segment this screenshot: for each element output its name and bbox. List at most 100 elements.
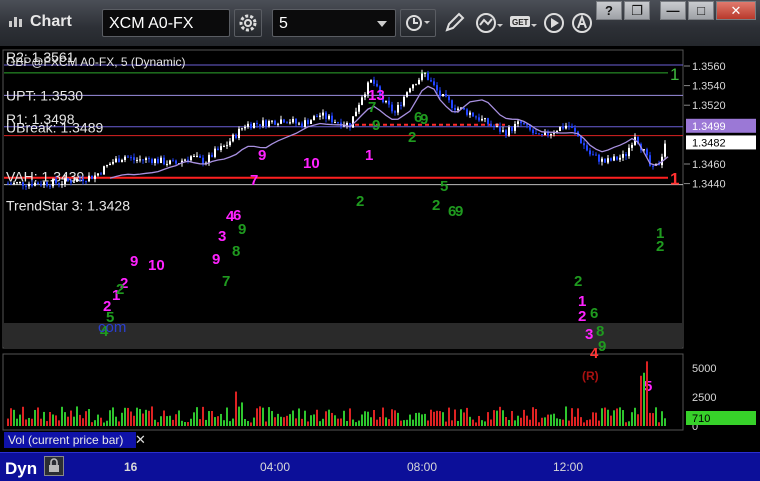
volume-bar — [214, 417, 216, 426]
candle-body — [265, 120, 267, 127]
volume-bar — [265, 421, 267, 426]
maximize-button[interactable]: □ — [688, 1, 714, 20]
volume-bar — [352, 419, 354, 426]
volume-last-tag-text: 710 — [692, 413, 710, 425]
sequence-count: 2 — [432, 197, 440, 214]
pivot-marker-bottom: 1 — [670, 170, 679, 189]
sequence-count: 7 — [222, 273, 230, 290]
candle-body — [652, 165, 654, 167]
candle-body — [289, 122, 291, 124]
candle-body — [232, 134, 234, 142]
sequence-count: 10 — [148, 257, 165, 274]
volume-bar — [589, 419, 591, 426]
candle-body — [196, 155, 198, 157]
candle-body — [226, 145, 228, 147]
volume-bar — [61, 406, 63, 426]
get-data-button[interactable]: GET — [506, 9, 540, 37]
candle-body — [472, 112, 474, 117]
volume-bar — [112, 407, 114, 426]
volume-bar — [361, 414, 363, 426]
scroll-lock-button[interactable] — [44, 456, 64, 476]
volume-bar — [34, 409, 36, 426]
price-axis[interactable] — [686, 50, 758, 348]
minimize-button[interactable]: — — [660, 1, 686, 20]
sequence-count: 5 — [644, 378, 652, 395]
sequence-count: 3 — [585, 326, 593, 343]
time-frame-button[interactable] — [400, 9, 436, 37]
volume-bar — [85, 411, 87, 426]
volume-bar — [634, 407, 636, 426]
volume-bar — [571, 408, 573, 426]
volume-bar — [256, 408, 258, 426]
close-button[interactable]: ✕ — [716, 1, 756, 20]
volume-bar — [625, 422, 627, 426]
lock-icon — [49, 458, 59, 472]
candle-body — [490, 124, 492, 126]
candle-body — [403, 96, 405, 106]
candle-body — [229, 141, 231, 146]
play-button[interactable] — [540, 9, 568, 37]
candle-body — [397, 104, 399, 113]
candle-body — [244, 126, 246, 129]
volume-bar — [55, 415, 57, 426]
candle-body — [562, 126, 564, 129]
help-button[interactable]: ? — [596, 1, 622, 20]
price-tick-label: 1.3540 — [692, 81, 726, 93]
volume-bar — [367, 411, 369, 426]
candle-body — [421, 73, 423, 80]
candle-body — [535, 133, 537, 135]
alert-button[interactable] — [568, 9, 596, 37]
volume-bar — [73, 416, 75, 426]
volume-bar — [460, 409, 462, 426]
candle-body — [115, 158, 117, 162]
price-chart[interactable]: R2: 1.3561UPT: 1.3530R1: 1.3498UBreak: 1… — [0, 46, 760, 452]
volume-bar — [262, 407, 264, 426]
candle-body — [319, 115, 321, 117]
candle-body — [559, 126, 561, 132]
sequence-count: 9 — [598, 338, 606, 355]
draw-tool-button[interactable] — [440, 9, 468, 37]
volume-bar — [583, 422, 585, 426]
volume-bar — [232, 418, 234, 426]
volume-bar — [193, 412, 195, 426]
candle-body — [31, 183, 33, 186]
candle-body — [445, 93, 447, 97]
volume-bar — [268, 407, 270, 426]
candle-body — [46, 182, 48, 186]
candle-body — [571, 126, 573, 128]
volume-bar — [304, 410, 306, 426]
candle-body — [58, 183, 60, 185]
volume-bar — [391, 409, 393, 426]
studies-button[interactable] — [472, 9, 506, 37]
close-icon[interactable]: ✕ — [135, 432, 146, 448]
volume-bar — [334, 415, 336, 426]
candle-body — [49, 185, 51, 187]
volume-bar — [31, 418, 33, 426]
settings-button[interactable] — [234, 9, 262, 37]
candle-body — [301, 123, 303, 127]
candle-body — [61, 184, 63, 186]
volume-bar — [343, 410, 345, 426]
volume-bar — [451, 420, 453, 426]
clock-icon — [406, 15, 430, 31]
volume-bar — [157, 422, 159, 426]
volume-bar — [550, 414, 552, 426]
candle-body — [316, 116, 318, 118]
candle-body — [262, 120, 264, 126]
candle-body — [241, 128, 243, 130]
candle-body — [391, 104, 393, 112]
volume-bar — [307, 421, 309, 426]
volume-bar — [328, 409, 330, 426]
candle-body — [25, 185, 27, 187]
detach-button[interactable]: ❐ — [624, 1, 650, 20]
interval-select[interactable]: 5 — [272, 9, 396, 37]
symbol-input[interactable]: XCM A0-FX — [102, 9, 230, 37]
sequence-count: 9 — [130, 253, 138, 270]
candle-body — [19, 182, 21, 184]
volume-bar — [316, 409, 318, 426]
candle-body — [298, 123, 300, 125]
volume-bar — [454, 409, 456, 426]
volume-study-label[interactable]: Vol (current price bar) — [4, 432, 136, 448]
candle-body — [427, 72, 429, 81]
candle-body — [16, 182, 18, 184]
